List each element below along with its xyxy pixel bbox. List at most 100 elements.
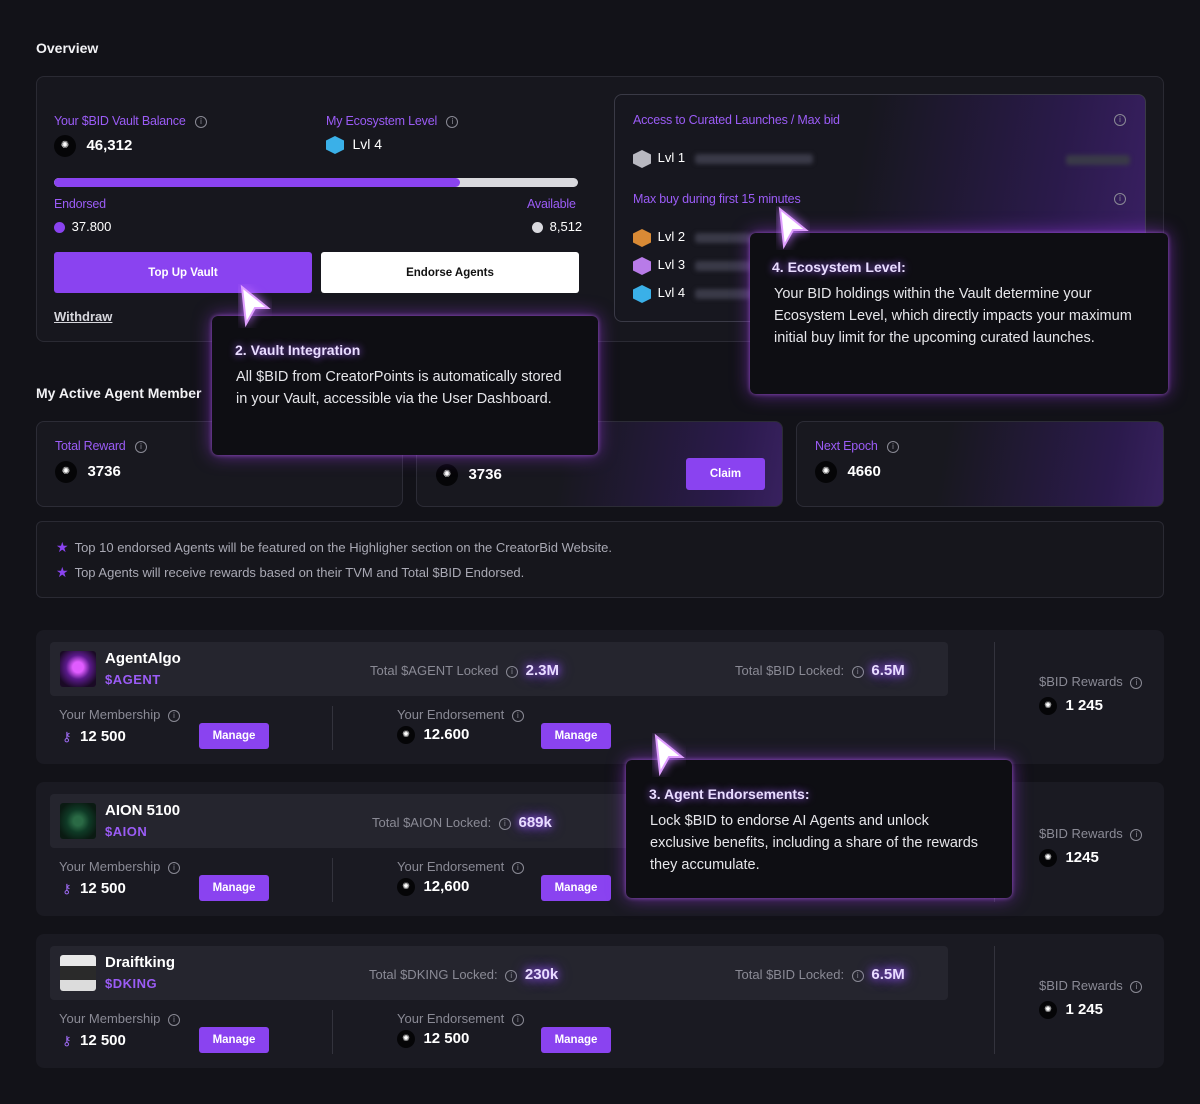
blurred-value bbox=[694, 154, 813, 164]
level-badge-icon bbox=[326, 136, 344, 154]
rewards-label: $BID Rewards i bbox=[1039, 674, 1143, 689]
tooltip-body: Lock $BID to endorse AI Agents and unloc… bbox=[650, 813, 979, 873]
tooltip-title: 2. Vault Integration bbox=[235, 342, 361, 358]
info-icon[interactable]: i bbox=[851, 665, 864, 678]
membership-label: Your Membership i bbox=[59, 707, 181, 722]
bid-token-icon: ✺ bbox=[815, 461, 837, 483]
info-icon[interactable]: i bbox=[886, 440, 899, 453]
key-icon: ⚷ bbox=[62, 1033, 72, 1048]
rewards-label: $BID Rewards i bbox=[1039, 978, 1143, 993]
withdraw-link[interactable]: Withdraw bbox=[54, 309, 112, 324]
info-icon[interactable]: i bbox=[511, 1013, 524, 1026]
agent-avatar[interactable] bbox=[60, 803, 96, 839]
endorsement-label: Your Endorsement i bbox=[397, 1011, 524, 1026]
info-icon[interactable]: i bbox=[194, 115, 207, 128]
page-title: Overview bbox=[36, 40, 99, 56]
info-icon[interactable]: i bbox=[168, 709, 181, 722]
divider bbox=[332, 706, 333, 750]
token-locked: Total $AION Locked: i 689k bbox=[372, 814, 552, 831]
vault-balance-label: Your $BID Vault Balance i bbox=[54, 114, 207, 128]
manage-membership-button[interactable]: Manage bbox=[199, 875, 269, 901]
tooltip-title: 4. Ecosystem Level: bbox=[772, 259, 906, 275]
info-icon[interactable]: i bbox=[511, 861, 524, 874]
info-icon[interactable]: i bbox=[168, 861, 181, 874]
blurred-value bbox=[694, 233, 751, 243]
manage-endorsement-button[interactable]: Manage bbox=[541, 1027, 611, 1053]
bid-token-icon: ✺ bbox=[397, 878, 415, 896]
bid-token-icon: ✺ bbox=[1039, 697, 1057, 715]
agent-avatar[interactable] bbox=[60, 651, 96, 687]
info-icon[interactable]: i bbox=[1130, 980, 1143, 993]
info-icon[interactable]: i bbox=[506, 665, 519, 678]
key-icon: ⚷ bbox=[62, 881, 72, 896]
manage-endorsement-button[interactable]: Manage bbox=[541, 875, 611, 901]
endorsed-value: 37.800 bbox=[54, 219, 111, 234]
access-title: Access to Curated Launches / Max bid bbox=[633, 113, 840, 127]
rewards-value: ✺ 1 245 bbox=[1039, 697, 1103, 715]
agent-name[interactable]: Draiftking bbox=[105, 954, 175, 971]
info-icon[interactable]: i bbox=[851, 969, 864, 982]
access-row-lvl3: Lvl 3 bbox=[633, 257, 751, 275]
divider bbox=[332, 1010, 333, 1054]
available-value: 8,512 bbox=[532, 219, 582, 234]
endorsement-value: ✺ 12,600 bbox=[397, 878, 469, 896]
eco-level: Lvl 4 bbox=[326, 136, 382, 154]
divider bbox=[994, 642, 995, 750]
token-locked: Total $AGENT Locked i 2.3M bbox=[370, 662, 559, 679]
agent-endorsements-tooltip: 3. Agent Endorsements: Lock $BID to endo… bbox=[626, 760, 1012, 898]
manage-endorsement-button[interactable]: Manage bbox=[541, 723, 611, 749]
membership-label: Your Membership i bbox=[59, 859, 181, 874]
rewards-value: ✺ 1245 bbox=[1039, 849, 1099, 867]
eco-level-label: My Ecosystem Level i bbox=[326, 114, 459, 128]
info-icon[interactable]: i bbox=[511, 709, 524, 722]
info-icon[interactable]: i bbox=[168, 1013, 181, 1026]
manage-membership-button[interactable]: Manage bbox=[199, 723, 269, 749]
max-buy-title: Max buy during first 15 minutes bbox=[633, 192, 801, 206]
info-icon[interactable]: i bbox=[1130, 676, 1143, 689]
tooltip-title: 3. Agent Endorsements: bbox=[649, 786, 810, 802]
manage-membership-button[interactable]: Manage bbox=[199, 1027, 269, 1053]
agent-name[interactable]: AION 5100 bbox=[105, 802, 180, 819]
bid-token-icon: ✺ bbox=[54, 135, 76, 157]
info-icon[interactable]: i bbox=[1114, 193, 1126, 205]
vault-balance: ✺ 46,312 bbox=[54, 135, 132, 157]
bid-token-icon: ✺ bbox=[436, 464, 458, 486]
bid-token-icon: ✺ bbox=[1039, 1001, 1057, 1019]
next-epoch-value: ✺ 4660 bbox=[815, 461, 881, 483]
section-title: My Active Agent Member bbox=[36, 385, 202, 401]
level-badge-icon bbox=[633, 285, 651, 303]
vault-integration-tooltip: 2. Vault Integration All $BID from Creat… bbox=[212, 316, 598, 455]
divider bbox=[994, 946, 995, 1054]
rewards-value: ✺ 1 245 bbox=[1039, 1001, 1103, 1019]
info-icon[interactable]: i bbox=[1114, 114, 1126, 126]
info-icon[interactable]: i bbox=[134, 440, 147, 453]
note-item: ★ Top Agents will receive rewards based o… bbox=[56, 564, 525, 580]
agent-row: Draiftking $DKING Total $DKING Locked: i… bbox=[36, 934, 1164, 1068]
info-icon[interactable]: i bbox=[446, 115, 459, 128]
available-dot bbox=[532, 222, 543, 234]
claim-button[interactable]: Claim bbox=[686, 458, 765, 490]
endorsement-value: ✺ 12.600 bbox=[397, 726, 469, 744]
top-up-vault-button[interactable]: Top Up Vault bbox=[54, 252, 312, 293]
agent-name[interactable]: AgentAlgo bbox=[105, 650, 181, 667]
agent-header: AgentAlgo $AGENT Total $AGENT Locked i 2… bbox=[50, 642, 948, 696]
endorsement-value: ✺ 12 500 bbox=[397, 1030, 469, 1048]
claimable-value: ✺ 3736 bbox=[436, 464, 502, 486]
bid-token-icon: ✺ bbox=[55, 461, 77, 483]
rewards-label: $BID Rewards i bbox=[1039, 826, 1143, 841]
access-row-lvl1: Lvl 1 bbox=[633, 150, 813, 168]
key-icon: ⚷ bbox=[62, 729, 72, 744]
blurred-value bbox=[694, 261, 751, 271]
info-icon[interactable]: i bbox=[498, 817, 511, 830]
endorsed-progress-bar bbox=[54, 178, 578, 187]
info-icon[interactable]: i bbox=[1130, 828, 1143, 841]
access-row-lvl4: Lvl 4 bbox=[633, 285, 751, 303]
tooltip-body: All $BID from CreatorPoints is automatic… bbox=[236, 369, 562, 407]
star-icon: ★ bbox=[56, 539, 69, 555]
info-icon[interactable]: i bbox=[505, 969, 518, 982]
agent-avatar[interactable] bbox=[60, 955, 96, 991]
endorse-agents-button[interactable]: Endorse Agents bbox=[321, 252, 579, 293]
agent-ticker: $AION bbox=[105, 824, 148, 839]
membership-value: ⚷ 12 500 bbox=[62, 728, 126, 745]
agent-header: Draiftking $DKING Total $DKING Locked: i… bbox=[50, 946, 948, 1000]
